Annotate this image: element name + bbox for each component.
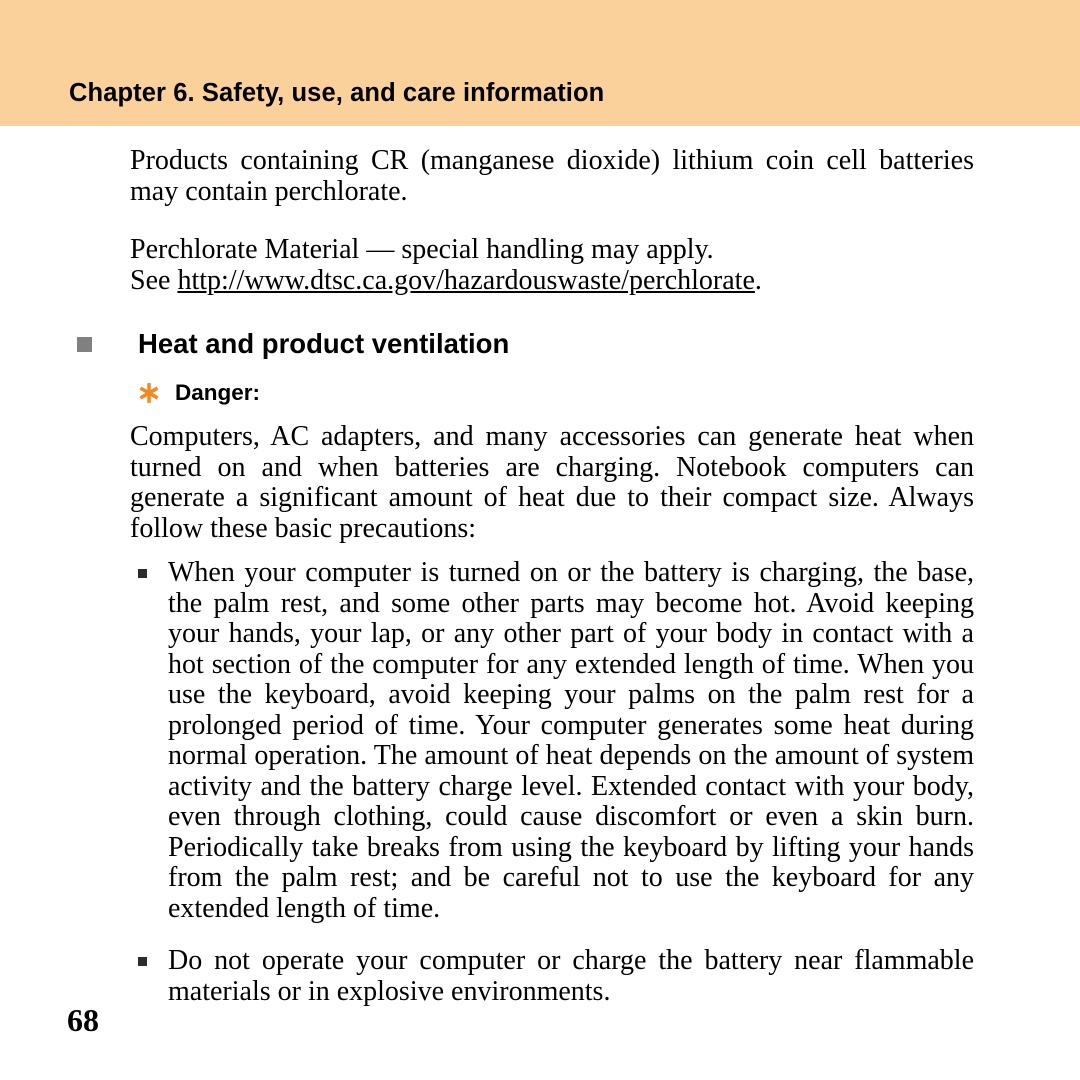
danger-label: Danger: — [175, 380, 261, 405]
section-heading-label: Heat and product ventilation — [138, 328, 510, 359]
paragraph-material-line1: Perchlorate Material — special handling … — [130, 234, 714, 265]
precautions-list: When your computer is turned on or the b… — [130, 557, 974, 1007]
paragraph-material-line2: See http://www.dtsc.ca.gov/hazardouswast… — [130, 264, 974, 297]
list-bullet-icon — [138, 569, 147, 578]
list-item: When your computer is turned on or the b… — [135, 557, 974, 924]
square-bullet-icon — [77, 336, 92, 352]
see-label: See — [130, 264, 178, 296]
chapter-title: Chapter 6. Safety, use, and care informa… — [69, 79, 605, 107]
list-item: Do not operate your computer or charge t… — [135, 945, 974, 1007]
list-item-text: When your computer is turned on or the b… — [168, 557, 974, 924]
list-bullet-icon — [138, 957, 147, 966]
page-body: Products containing CR (manganese dioxid… — [0, 126, 1080, 1080]
chapter-header-band: Chapter 6. Safety, use, and care informa… — [0, 0, 1080, 126]
page-number: 68 — [67, 1002, 99, 1038]
asterisk-burst-icon — [138, 382, 160, 404]
dtsc-perchlorate-link[interactable]: http://www.dtsc.ca.gov/hazardouswaste/pe… — [177, 265, 754, 296]
danger-callout: Danger: — [138, 378, 974, 408]
paragraph-heat: Computers, AC adapters, and many accesso… — [130, 421, 974, 544]
content-column: Products containing CR (manganese dioxid… — [77, 145, 974, 1007]
list-item-text: Do not operate your computer or charge t… — [168, 945, 974, 1007]
section-heading-heat-and-product-ventilation: Heat and product ventilation — [68, 324, 974, 364]
paragraph-perchlorate: Products containing CR (manganese dioxid… — [130, 145, 974, 207]
sentence-period: . — [754, 264, 762, 296]
